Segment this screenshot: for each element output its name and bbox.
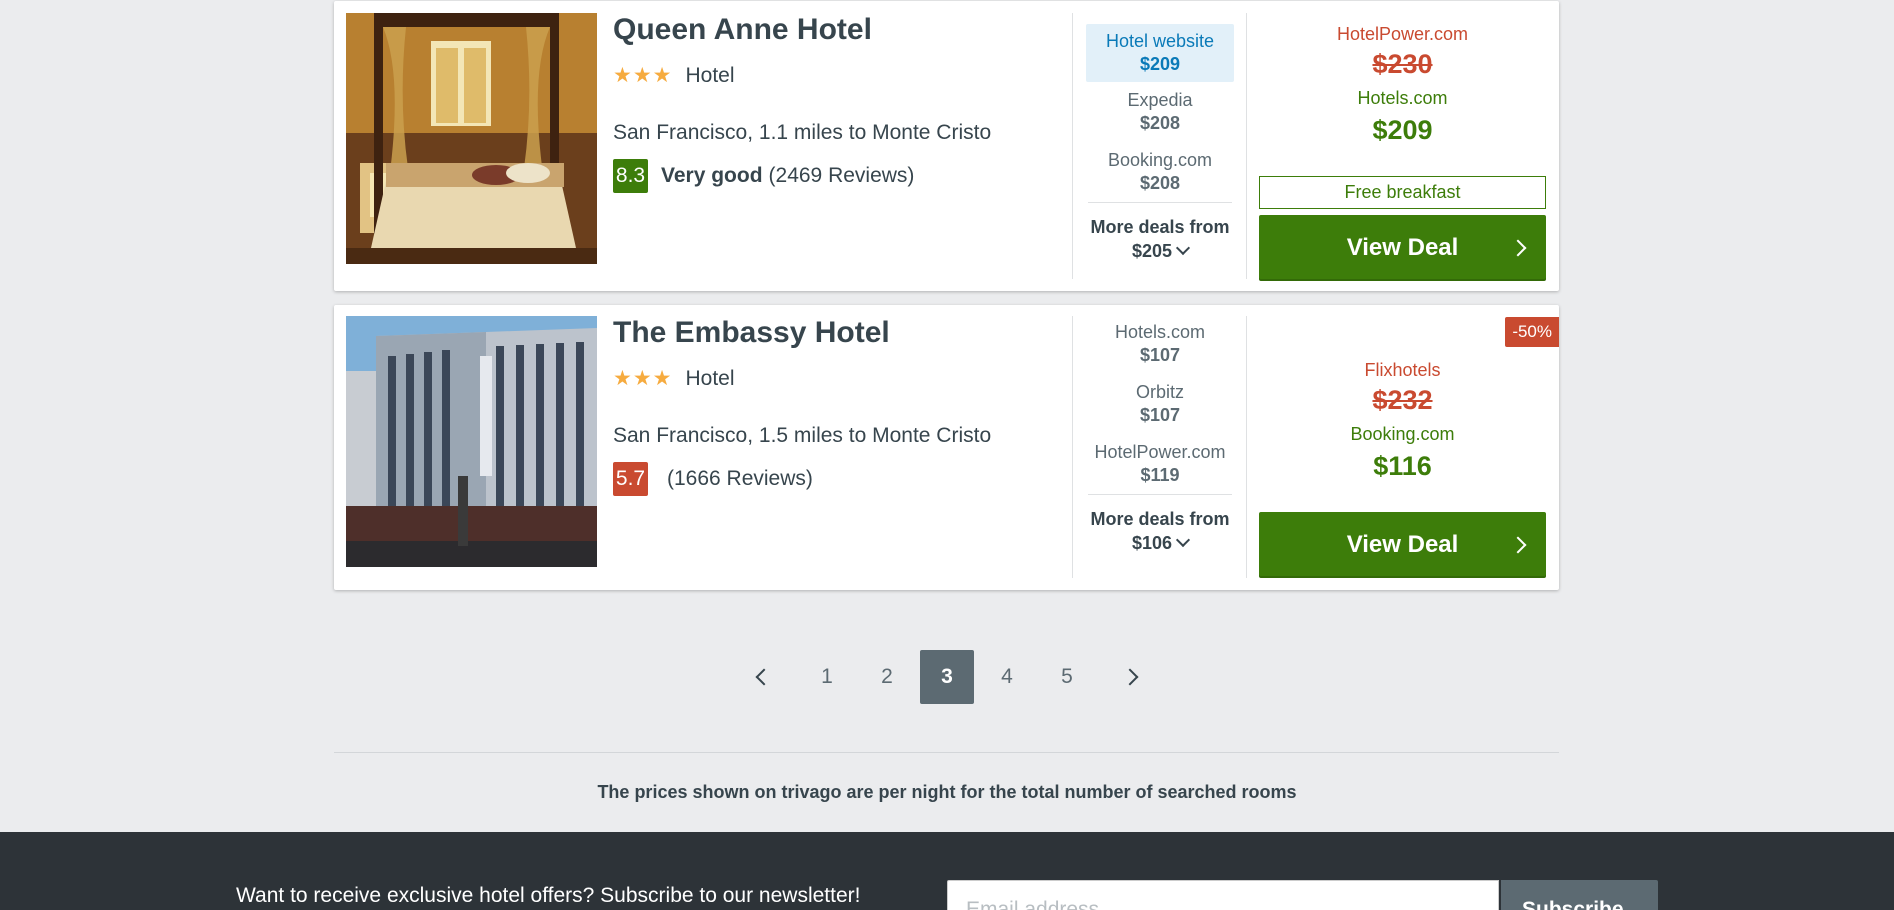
more-deals-price: $205 (1131, 241, 1173, 261)
subscribe-button[interactable]: Subscribe (1501, 880, 1658, 910)
strike-price: $232 (1372, 385, 1433, 415)
divider (1072, 13, 1073, 279)
price-disclaimer: The prices shown on trivago are per nigh… (597, 782, 1297, 802)
hotel-name[interactable]: The Embassy Hotel (613, 316, 890, 350)
newsletter-prompt: Want to receive exclusive hotel offers? … (236, 884, 861, 907)
more-deals-price: $106 (1131, 533, 1173, 553)
hotel-type: Hotel (685, 63, 735, 87)
divider (334, 752, 1559, 753)
deal-option[interactable]: Orbitz $107 (1086, 374, 1234, 434)
deals-list: Hotels.com $107 Orbitz $107 HotelPower.c… (1086, 314, 1234, 555)
next-page-button[interactable] (1106, 650, 1160, 704)
previous-page-button[interactable] (734, 650, 788, 704)
view-deal-label: View Deal (1346, 531, 1459, 558)
more-deals-label: More deals from (1090, 509, 1230, 529)
divider (1246, 316, 1247, 578)
divider (1088, 202, 1232, 203)
hotel-location: San Francisco, 1.5 miles to Monte Cristo (613, 424, 992, 447)
best-deal[interactable]: Flixhotels $232 Booking.com $116 (1259, 360, 1546, 482)
hotel-name[interactable]: Queen Anne Hotel (613, 13, 872, 47)
hotel-card-embassy: The Embassy Hotel ★★★ Hotel San Francisc… (334, 305, 1559, 590)
more-deals-button[interactable]: More deals from $106 (1086, 507, 1234, 555)
hotel-rating[interactable]: 8.3 Very good (2469 Reviews) (613, 159, 914, 193)
deal-price: $107 (1139, 345, 1181, 365)
page-button-4[interactable]: 4 (980, 650, 1034, 704)
best-deal-price: $209 (1372, 115, 1433, 145)
deal-site: Hotels.com (1114, 322, 1206, 342)
page-button-3[interactable]: 3 (920, 650, 974, 704)
best-deal[interactable]: HotelPower.com $230 Hotels.com $209 (1259, 24, 1546, 146)
deal-site: Booking.com (1107, 150, 1213, 170)
star-rating-icon: ★★★ (613, 64, 673, 87)
divider (1072, 316, 1073, 578)
hotel-category: ★★★ Hotel (613, 63, 735, 88)
view-deal-button[interactable]: View Deal (1259, 512, 1546, 578)
more-deals-label: More deals from (1090, 217, 1230, 237)
rating-score-badge: 5.7 (613, 462, 648, 496)
hotel-photo-embassy[interactable] (346, 316, 597, 567)
deal-price: $208 (1139, 113, 1181, 133)
rating-score-badge: 8.3 (613, 159, 648, 193)
deal-option[interactable]: Hotels.com $107 (1086, 314, 1234, 374)
page-button-5[interactable]: 5 (1040, 650, 1094, 704)
deal-option[interactable]: Expedia $208 (1086, 82, 1234, 142)
discount-badge: -50% (1505, 317, 1559, 347)
strike-price-site: Flixhotels (1364, 360, 1441, 380)
deal-price: $119 (1140, 465, 1180, 485)
hotel-type: Hotel (685, 366, 735, 390)
hotel-photo-queen-anne[interactable] (346, 13, 597, 264)
deal-site: Orbitz (1135, 382, 1184, 402)
hotel-location: San Francisco, 1.1 miles to Monte Cristo (613, 121, 992, 144)
view-deal-label: View Deal (1346, 234, 1459, 261)
chevron-right-icon (1509, 239, 1527, 257)
chevron-down-icon (1175, 532, 1191, 548)
hotel-card-queen-anne: Queen Anne Hotel ★★★ Hotel San Francisco… (334, 1, 1559, 291)
strike-price-site: HotelPower.com (1336, 24, 1469, 44)
hotel-category: ★★★ Hotel (613, 366, 735, 391)
email-field[interactable] (947, 880, 1499, 910)
deal-option[interactable]: Hotel website $209 (1086, 24, 1234, 82)
deal-price: $208 (1139, 173, 1181, 193)
deal-site: HotelPower.com (1094, 442, 1226, 462)
review-count: (1666 Reviews) (667, 467, 813, 490)
deal-option[interactable]: HotelPower.com $119 (1086, 434, 1234, 494)
newsletter-footer: Want to receive exclusive hotel offers? … (0, 832, 1894, 910)
divider (1246, 13, 1247, 279)
divider (1088, 494, 1232, 495)
review-count: (2469 Reviews) (768, 164, 915, 187)
deal-site: Expedia (1127, 90, 1193, 110)
free-breakfast-badge: Free breakfast (1259, 176, 1546, 209)
view-deal-button[interactable]: View Deal (1259, 215, 1546, 281)
hotel-rating[interactable]: 5.7 (1666 Reviews) (613, 462, 813, 496)
more-deals-button[interactable]: More deals from $205 (1086, 215, 1234, 263)
deal-price: $209 (1139, 54, 1181, 74)
star-rating-icon: ★★★ (613, 367, 673, 390)
best-deal-price: $116 (1373, 451, 1432, 481)
deal-option[interactable]: Booking.com $208 (1086, 142, 1234, 202)
page-button-2[interactable]: 2 (860, 650, 914, 704)
deals-list: Hotel website $209 Expedia $208 Booking.… (1086, 24, 1234, 263)
strike-price: $230 (1372, 49, 1433, 79)
pagination: 1 2 3 4 5 (0, 650, 1894, 704)
deal-price: $107 (1139, 405, 1181, 425)
deal-site: Hotel website (1105, 31, 1215, 51)
page-button-1[interactable]: 1 (800, 650, 854, 704)
chevron-down-icon (1175, 240, 1191, 256)
chevron-right-icon (1509, 536, 1527, 554)
best-deal-site: Booking.com (1350, 424, 1455, 444)
best-deal-site: Hotels.com (1357, 88, 1448, 108)
rating-label: Very good (661, 164, 763, 187)
